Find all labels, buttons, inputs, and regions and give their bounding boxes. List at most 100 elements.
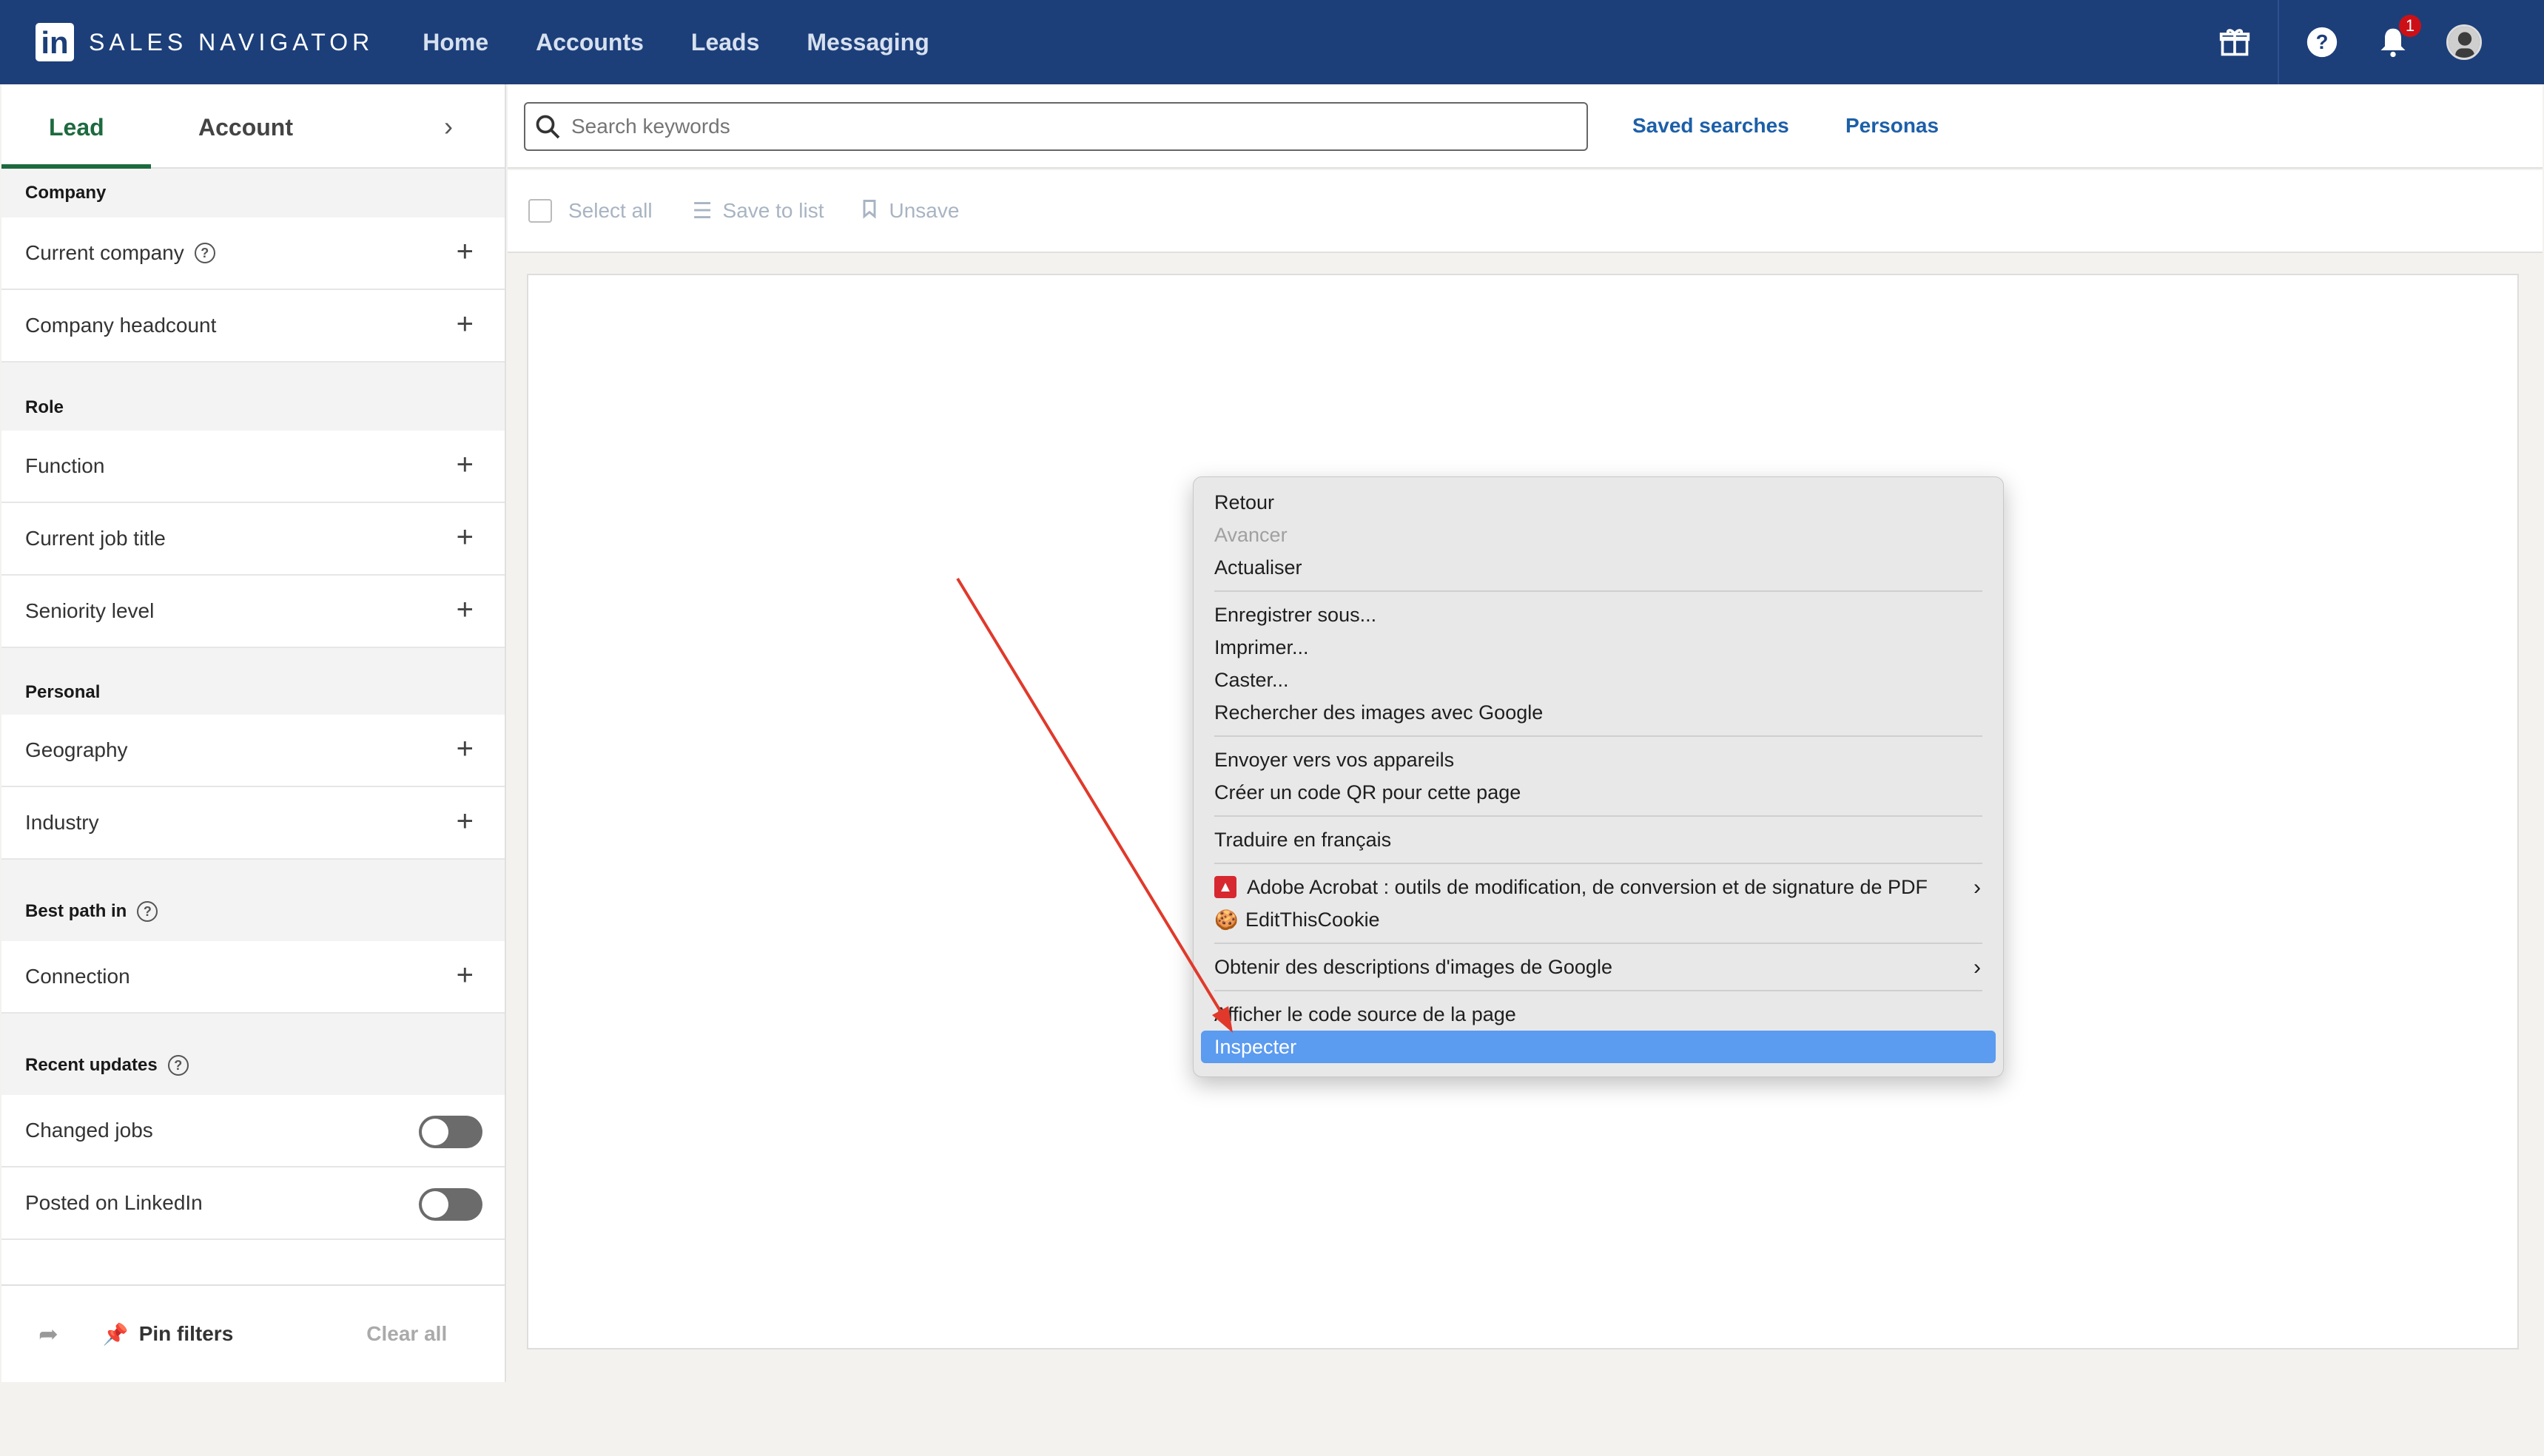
personas-link[interactable]: Personas xyxy=(1845,114,1939,138)
help-circle-icon[interactable]: ? xyxy=(194,243,215,263)
save-to-list-button[interactable]: Save to list xyxy=(723,199,824,223)
filter-function[interactable]: Function + xyxy=(1,431,505,503)
linkedin-logo-icon: in xyxy=(36,23,74,61)
help-circle-icon[interactable]: ? xyxy=(167,1055,189,1076)
menu-item-enregistrer[interactable]: Enregistrer sous... xyxy=(1194,599,2003,631)
adobe-acrobat-icon: ▲ xyxy=(1214,876,1236,898)
chevron-right-icon[interactable]: › xyxy=(444,111,453,142)
plus-icon[interactable]: + xyxy=(457,806,474,836)
plus-icon[interactable]: + xyxy=(457,450,474,479)
chevron-right-icon: › xyxy=(1973,875,1981,900)
top-icons: ? 1 xyxy=(2199,0,2500,84)
menu-separator xyxy=(1214,735,1982,737)
menu-item-code-source[interactable]: Afficher le code source de la page xyxy=(1194,998,2003,1031)
search-icon xyxy=(536,115,560,139)
menu-item-rechercher-images[interactable]: Rechercher des images avec Google xyxy=(1194,696,2003,729)
nav-messaging[interactable]: Messaging xyxy=(807,29,929,56)
filters-sidebar: Lead Account › Company Current company ?… xyxy=(1,84,506,1382)
search-input[interactable] xyxy=(571,115,1533,138)
nav-leads[interactable]: Leads xyxy=(691,29,759,56)
main-nav: Home Accounts Leads Messaging xyxy=(423,29,977,56)
filter-company-headcount[interactable]: Company headcount + xyxy=(1,290,505,363)
menu-item-envoyer[interactable]: Envoyer vers vos appareils xyxy=(1194,744,2003,776)
select-all-checkbox[interactable] xyxy=(528,199,552,223)
menu-separator xyxy=(1214,863,1982,864)
context-menu: Retour Avancer Actualiser Enregistrer so… xyxy=(1193,476,2004,1077)
menu-item-actualiser[interactable]: Actualiser xyxy=(1194,551,2003,584)
filter-label: Function xyxy=(25,454,105,477)
unsave-button[interactable]: Unsave xyxy=(889,199,959,223)
menu-item-qr-code[interactable]: Créer un code QR pour cette page xyxy=(1194,776,2003,809)
section-company: Company xyxy=(1,169,505,218)
section-personal: Personal xyxy=(1,648,505,715)
menu-item-traduire[interactable]: Traduire en français xyxy=(1194,823,2003,856)
plus-icon[interactable]: + xyxy=(457,734,474,764)
posted-on-linkedin-toggle[interactable] xyxy=(419,1188,482,1221)
section-label: Best path in xyxy=(25,901,127,921)
menu-item-descriptions-images[interactable]: Obtenir des descriptions d'images de Goo… xyxy=(1194,951,2003,983)
menu-item-label: Adobe Acrobat : outils de modification, … xyxy=(1247,875,1928,898)
filter-geography[interactable]: Geography + xyxy=(1,715,505,787)
search-area: Saved searches Personas xyxy=(508,84,2543,169)
help-icon[interactable]: ? xyxy=(2286,0,2358,84)
gift-icon[interactable] xyxy=(2199,0,2270,84)
pin-filters-button[interactable]: Pin filters xyxy=(139,1322,234,1346)
brand[interactable]: in SALES NAVIGATOR xyxy=(36,23,374,61)
share-arrow-icon[interactable]: ➦ xyxy=(38,1320,58,1348)
plus-icon[interactable]: + xyxy=(457,595,474,624)
filter-label: Posted on LinkedIn xyxy=(25,1191,203,1214)
tab-account[interactable]: Account xyxy=(198,114,293,141)
avatar xyxy=(2446,24,2482,60)
chevron-right-icon: › xyxy=(1973,955,1981,980)
section-best-path: Best path in ? xyxy=(1,860,505,941)
menu-item-caster[interactable]: Caster... xyxy=(1194,664,2003,696)
help-circle-icon[interactable]: ? xyxy=(137,901,158,922)
filter-industry[interactable]: Industry + xyxy=(1,787,505,860)
filter-label: Current job title xyxy=(25,527,166,550)
filter-posted-on-linkedin: Posted on LinkedIn xyxy=(1,1167,505,1240)
sidebar-tabs: Lead Account › xyxy=(1,84,505,169)
filter-connection[interactable]: Connection + xyxy=(1,941,505,1014)
section-recent-updates: Recent updates ? xyxy=(1,1014,505,1095)
bookmark-icon xyxy=(859,198,880,224)
menu-item-imprimer[interactable]: Imprimer... xyxy=(1194,631,2003,664)
plus-icon[interactable]: + xyxy=(457,309,474,339)
filter-seniority-level[interactable]: Seniority level + xyxy=(1,576,505,648)
notifications-bell-icon[interactable]: 1 xyxy=(2358,0,2429,84)
plus-icon[interactable]: + xyxy=(457,522,474,552)
search-box[interactable] xyxy=(524,102,1588,151)
filter-label: Industry xyxy=(25,811,99,834)
menu-item-adobe-acrobat[interactable]: ▲ Adobe Acrobat : outils de modification… xyxy=(1194,871,2003,903)
menu-item-label: EditThisCookie xyxy=(1245,908,1380,931)
active-tab-indicator xyxy=(1,164,151,169)
section-label: Recent updates xyxy=(25,1055,158,1075)
profile-avatar[interactable] xyxy=(2429,0,2500,84)
pin-icon[interactable]: 📌 xyxy=(103,1322,129,1347)
filter-changed-jobs: Changed jobs xyxy=(1,1095,505,1167)
nav-accounts[interactable]: Accounts xyxy=(536,29,644,56)
section-role: Role xyxy=(1,363,505,431)
notification-badge: 1 xyxy=(2399,15,2421,37)
changed-jobs-toggle[interactable] xyxy=(419,1116,482,1148)
filter-label: Seniority level xyxy=(25,599,155,622)
menu-item-editthiscookie[interactable]: 🍪 EditThisCookie xyxy=(1194,903,2003,936)
filter-current-job-title[interactable]: Current job title + xyxy=(1,503,505,576)
filter-label: Changed jobs xyxy=(25,1119,153,1142)
menu-item-retour[interactable]: Retour xyxy=(1194,486,2003,519)
plus-icon[interactable]: + xyxy=(457,960,474,990)
saved-searches-link[interactable]: Saved searches xyxy=(1632,114,1789,138)
filter-label: Geography xyxy=(25,738,128,761)
brand-name: SALES NAVIGATOR xyxy=(89,28,374,55)
topbar-divider xyxy=(2278,0,2279,84)
list-icon: ☰ xyxy=(692,198,713,223)
clear-all-button[interactable]: Clear all xyxy=(366,1322,447,1346)
filter-current-company[interactable]: Current company ? + xyxy=(1,218,505,290)
select-all-label[interactable]: Select all xyxy=(568,199,653,223)
nav-home[interactable]: Home xyxy=(423,29,488,56)
menu-item-inspecter[interactable]: Inspecter xyxy=(1201,1031,1996,1063)
menu-separator xyxy=(1214,815,1982,817)
svg-text:?: ? xyxy=(2316,30,2329,53)
tab-lead[interactable]: Lead xyxy=(49,114,104,141)
menu-separator xyxy=(1214,943,1982,944)
plus-icon[interactable]: + xyxy=(457,237,474,266)
